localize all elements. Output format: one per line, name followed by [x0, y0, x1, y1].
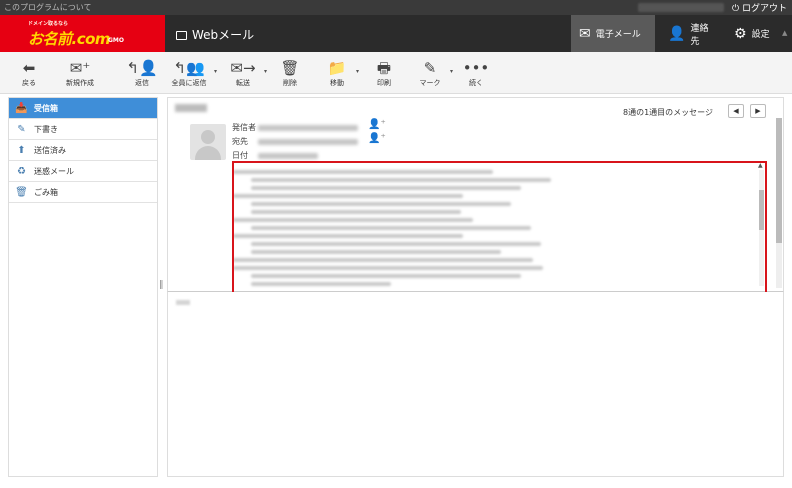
gear-icon: ⚙ [734, 25, 747, 42]
date-label: 日付 [232, 151, 248, 160]
more-label: 続く [469, 79, 483, 87]
nav-mail-button[interactable]: ✉ 電子メール [571, 15, 655, 52]
sidebar-item-label: 受信箱 [34, 103, 58, 113]
compose-button[interactable]: ✉⁺ 新規作成 [56, 58, 104, 88]
avatar-head [201, 130, 215, 144]
sidebar-item-label: ごみ箱 [34, 187, 58, 197]
more-dots-icon: ••• [462, 59, 490, 77]
nav-settings-label: 設定 [751, 30, 770, 40]
avatar-body [195, 146, 221, 160]
spam-icon: ♻ [17, 165, 26, 177]
chevron-down-icon[interactable]: ▾ [264, 68, 267, 75]
chevron-down-icon[interactable]: ▾ [214, 68, 217, 75]
app-title: Webメール [176, 26, 254, 43]
logo-tagline: ドメイン取るなら [28, 21, 69, 27]
forward-label: 転送 [236, 79, 250, 87]
account-email-redacted [638, 3, 724, 12]
reply-button[interactable]: ↰👤 返信 [126, 58, 158, 88]
person-icon: 👤 [668, 25, 686, 42]
from-label: 発信者 [232, 123, 256, 132]
inbox-icon: 📥 [15, 102, 28, 114]
toolbar: ⬅ 戻る ✉⁺ 新規作成 ↰👤 返信 ↰👥 全員に返信 ▾ ✉→ 転送 ▾ 🗑 … [0, 52, 792, 94]
more-button[interactable]: ••• 続く [462, 58, 490, 88]
chevron-down-icon[interactable]: ▾ [450, 68, 453, 75]
app-header: ドメイン取るなら お名前.com GMO Webメール ✉ 電子メール 👤 連絡先 … [0, 15, 792, 52]
prev-message-button[interactable]: ◀ [728, 104, 744, 118]
header-collapse-icon[interactable]: ▲ [782, 29, 787, 37]
sidebar-item-label: 下書き [34, 124, 58, 134]
sent-icon: ⬆ [17, 144, 26, 156]
message-preview-pane: 8通の1通目のメッセージ ◀ ▶ 発信者 👤⁺ 宛先 👤⁺ 日付 ▲ [167, 97, 784, 294]
sidebar-item-sent[interactable]: ⬆ 送信済み [9, 140, 157, 161]
logo-main-text: お名前.com [28, 30, 111, 48]
folder-move-icon: 📁 [327, 59, 347, 77]
reply-all-button[interactable]: ↰👥 全員に返信 ▾ [168, 58, 218, 88]
compose-label: 新規作成 [66, 79, 94, 87]
reply-all-icon: ↰👥 [173, 59, 205, 77]
reply-label: 返信 [135, 79, 149, 87]
chevron-down-icon[interactable]: ▾ [356, 68, 359, 75]
to-value-redacted [258, 139, 358, 145]
onamae-logo[interactable]: ドメイン取るなら お名前.com GMO [0, 15, 165, 52]
add-contact-icon[interactable]: 👤⁺ [368, 119, 386, 130]
delete-label: 削除 [283, 79, 297, 87]
nav-contacts-label: 連絡先 [690, 23, 709, 47]
body-text-redacted [176, 300, 190, 305]
logout-button[interactable]: ⏻ ログアウト [732, 1, 787, 14]
pane-splitter-handle[interactable]: ‖ [159, 280, 164, 294]
app-title-label: Webメール [192, 28, 255, 42]
about-program-link[interactable]: このプログラムについて [4, 2, 92, 13]
print-button[interactable]: 🖶 印刷 [370, 58, 398, 88]
envelope-icon: ✉ [579, 25, 591, 42]
message-position-text: 8通の1通目のメッセージ [623, 108, 714, 117]
delete-button[interactable]: 🗑 削除 [276, 58, 304, 88]
sender-avatar [190, 124, 226, 160]
power-icon: ⏻ [732, 4, 740, 14]
reply-all-label: 全員に返信 [171, 79, 207, 87]
chevron-right-icon: ▶ [755, 107, 761, 115]
back-label: 戻る [22, 79, 36, 87]
sidebar-item-drafts[interactable]: ✎ 下書き [9, 119, 157, 140]
print-label: 印刷 [377, 79, 391, 87]
printer-icon: 🖶 [376, 59, 392, 77]
subject-redacted [175, 104, 207, 112]
nav-mail-label: 電子メール [595, 30, 641, 40]
reading-pane-scrollbar[interactable] [776, 118, 782, 288]
logo-gmo-text: GMO [108, 37, 124, 44]
sidebar-item-spam[interactable]: ♻ 迷惑メール [9, 161, 157, 182]
highlight-box [232, 161, 767, 294]
back-button[interactable]: ⬅ 戻る [12, 58, 46, 88]
message-body-pane [167, 292, 784, 477]
add-contact-icon[interactable]: 👤⁺ [368, 133, 386, 144]
mark-label: マーク [419, 79, 441, 87]
sidebar-item-label: 迷惑メール [34, 166, 74, 176]
scrollbar-thumb[interactable] [776, 118, 782, 243]
monitor-icon [176, 31, 187, 40]
pen-icon: ✎ [423, 59, 437, 77]
nav-settings-button[interactable]: ⚙ 設定 [726, 15, 784, 52]
reply-icon: ↰👤 [126, 59, 158, 77]
new-mail-icon: ✉⁺ [69, 59, 91, 77]
next-message-button[interactable]: ▶ [750, 104, 766, 118]
folder-sidebar: 📥 受信箱 ✎ 下書き ⬆ 送信済み ♻ 迷惑メール 🗑 ごみ箱 [8, 97, 158, 477]
trash-icon: 🗑 [15, 186, 28, 198]
sidebar-item-inbox[interactable]: 📥 受信箱 [9, 98, 157, 119]
pencil-icon: ✎ [17, 123, 26, 135]
forward-button[interactable]: ✉→ 転送 ▾ [226, 58, 267, 88]
from-value-redacted [258, 125, 358, 131]
move-button[interactable]: 📁 移動 ▾ [322, 58, 359, 88]
date-value-redacted [258, 153, 318, 159]
mark-button[interactable]: ✎ マーク ▾ [414, 58, 454, 88]
arrow-left-icon: ⬅ [22, 59, 36, 77]
move-label: 移動 [330, 79, 344, 87]
sidebar-item-label: 送信済み [34, 145, 66, 155]
trash-icon: 🗑 [280, 59, 300, 77]
to-label: 宛先 [232, 137, 248, 146]
sidebar-item-trash[interactable]: 🗑 ごみ箱 [9, 182, 157, 203]
nav-contacts-button[interactable]: 👤 連絡先 [660, 15, 722, 52]
top-bar: このプログラムについて ⏻ ログアウト [0, 0, 792, 15]
forward-mail-icon: ✉→ [230, 59, 256, 77]
logout-label: ログアウト [742, 4, 788, 14]
chevron-left-icon: ◀ [733, 107, 739, 115]
